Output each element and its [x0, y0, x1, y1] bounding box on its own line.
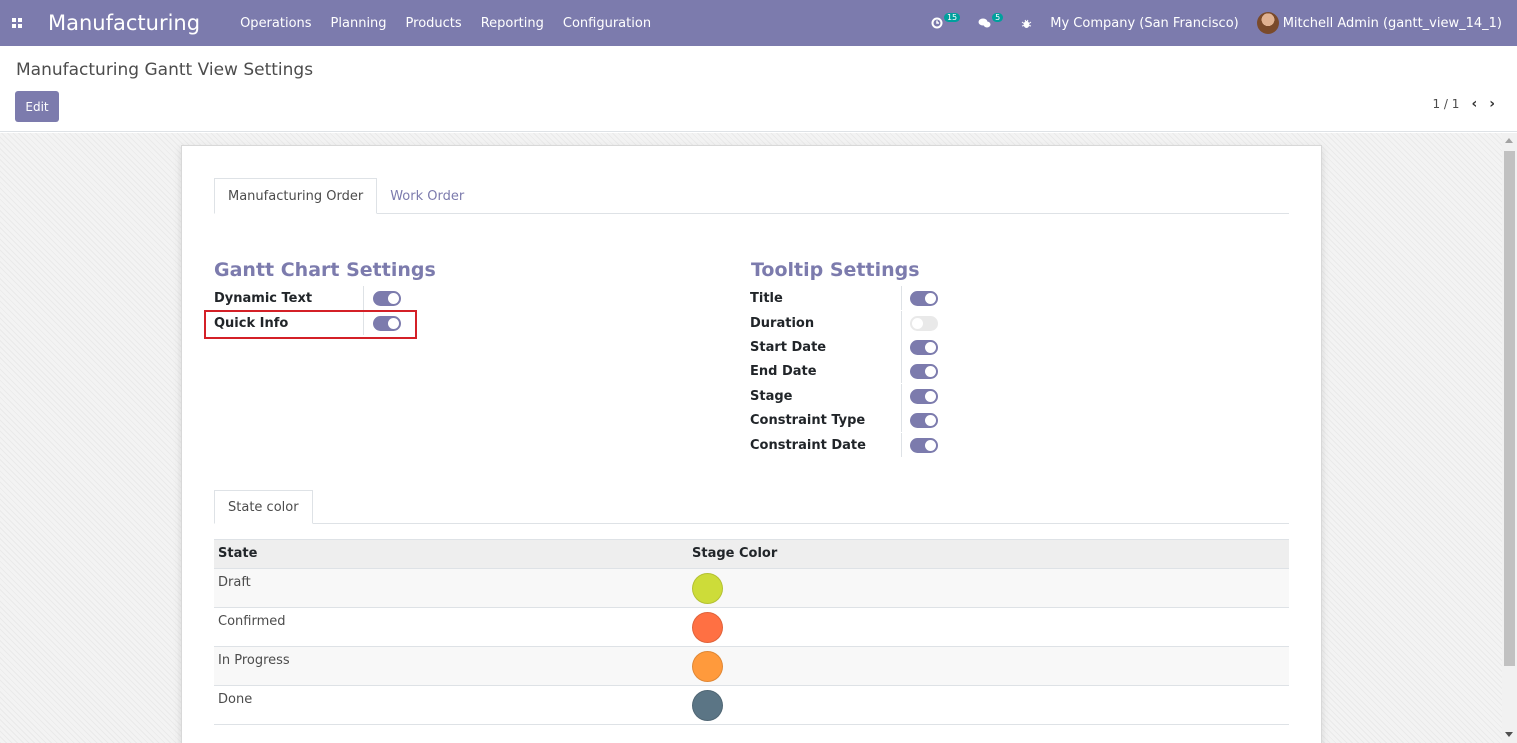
tab-manufacturing-order[interactable]: Manufacturing Order — [214, 178, 378, 214]
form-sheet: Manufacturing Order Work Order Gantt Cha… — [181, 145, 1322, 743]
table-row[interactable]: Done — [214, 686, 1289, 725]
field-divider — [901, 433, 902, 457]
color-cell — [688, 647, 1289, 682]
color-cell — [688, 608, 1289, 643]
pager: 1 / 1 ‹ › — [1432, 96, 1495, 112]
field-duration: Duration — [750, 311, 950, 335]
menu-planning[interactable]: Planning — [331, 16, 387, 31]
app-title[interactable]: Manufacturing — [48, 11, 200, 35]
color-swatch[interactable] — [692, 690, 723, 721]
field-label: Constraint Type — [750, 412, 866, 428]
field-divider — [363, 286, 364, 310]
field-constraint-date: Constraint Date — [750, 433, 950, 457]
color-swatch[interactable] — [692, 651, 723, 682]
state-color-tabs: State color — [214, 490, 1289, 524]
quick-info-highlight — [204, 310, 417, 339]
field-divider — [901, 359, 902, 383]
pager-next-icon[interactable]: › — [1489, 96, 1495, 112]
pager-previous-icon[interactable]: ‹ — [1471, 96, 1477, 112]
field-label: Constraint Date — [750, 437, 866, 453]
breadcrumb: Manufacturing Gantt View Settings — [16, 60, 314, 80]
scroll-thumb[interactable] — [1504, 151, 1515, 666]
company-switcher[interactable]: My Company (San Francisco) — [1050, 16, 1238, 31]
user-name: Mitchell Admin (gantt_view_14_1) — [1282, 15, 1502, 31]
field-end-date: End Date — [750, 359, 950, 383]
debug-menu[interactable] — [1021, 18, 1032, 29]
field-divider — [901, 408, 902, 432]
state-color-table: State Stage Color Draft Confirmed In Pro… — [214, 539, 1289, 725]
tab-work-order[interactable]: Work Order — [377, 178, 477, 214]
chat-icon — [978, 18, 991, 28]
start-date-toggle[interactable] — [910, 340, 938, 355]
state-cell: Done — [218, 692, 253, 707]
main-menu: Operations Planning Products Reporting C… — [240, 16, 651, 31]
bug-icon — [1021, 19, 1032, 28]
color-cell — [688, 686, 1289, 721]
edit-button[interactable]: Edit — [15, 91, 59, 122]
menu-configuration[interactable]: Configuration — [563, 16, 651, 31]
activity-menu[interactable]: 15 — [931, 12, 961, 29]
user-menu[interactable]: Mitchell Admin (gantt_view_14_1) — [1256, 12, 1502, 34]
field-label: Dynamic Text — [214, 290, 313, 306]
field-divider — [901, 311, 902, 335]
duration-toggle[interactable] — [910, 316, 938, 331]
field-label: Stage — [750, 388, 793, 404]
company-name: My Company (San Francisco) — [1050, 15, 1239, 31]
user-avatar — [1256, 12, 1279, 34]
menu-operations[interactable]: Operations — [240, 16, 311, 31]
table-row[interactable]: Confirmed — [214, 608, 1289, 647]
state-cell: Draft — [218, 575, 251, 590]
table-header: State Stage Color — [214, 539, 1289, 569]
messaging-menu[interactable]: 5 — [978, 12, 1004, 29]
field-start-date: Start Date — [750, 335, 950, 359]
content-area: Manufacturing Order Work Order Gantt Cha… — [0, 133, 1502, 743]
messages-badge: 5 — [992, 12, 1004, 22]
column-header-stage-color[interactable]: Stage Color — [688, 539, 1289, 569]
field-constraint-type: Constraint Type — [750, 408, 950, 432]
scroll-up-icon[interactable] — [1505, 138, 1513, 143]
scrollbar[interactable] — [1502, 133, 1517, 743]
activity-badge: 15 — [943, 12, 961, 22]
tab-state-color[interactable]: State color — [214, 490, 313, 524]
field-stage: Stage — [750, 384, 950, 408]
color-cell — [688, 569, 1289, 604]
title-toggle[interactable] — [910, 291, 938, 306]
field-label: End Date — [750, 363, 817, 379]
field-label: Duration — [750, 315, 815, 331]
state-cell: Confirmed — [218, 614, 286, 629]
field-label: Start Date — [750, 339, 827, 355]
field-title: Title — [750, 286, 950, 310]
menu-products[interactable]: Products — [406, 16, 462, 31]
clock-icon — [931, 17, 943, 29]
tooltip-settings-title: Tooltip Settings — [751, 259, 920, 281]
color-swatch[interactable] — [692, 612, 723, 643]
scroll-down-icon[interactable] — [1505, 732, 1513, 737]
field-label: Title — [750, 290, 783, 306]
control-panel: Manufacturing Gantt View Settings Edit 1… — [0, 46, 1517, 132]
constraint-type-toggle[interactable] — [910, 413, 938, 428]
end-date-toggle[interactable] — [910, 364, 938, 379]
notebook-tabs: Manufacturing Order Work Order — [214, 178, 1289, 214]
state-cell: In Progress — [218, 653, 290, 668]
systray: 15 5 My Company (San Francisco) Mitchell… — [931, 0, 1517, 46]
field-divider — [901, 286, 902, 310]
table-row[interactable]: In Progress — [214, 647, 1289, 686]
table-row[interactable]: Draft — [214, 569, 1289, 608]
menu-reporting[interactable]: Reporting — [481, 16, 544, 31]
field-divider — [901, 335, 902, 359]
apps-menu-icon[interactable] — [0, 0, 34, 46]
constraint-date-toggle[interactable] — [910, 438, 938, 453]
dynamic-text-toggle[interactable] — [373, 291, 401, 306]
table-body: Draft Confirmed In Progress Done — [214, 569, 1289, 725]
gantt-settings-title: Gantt Chart Settings — [214, 259, 436, 281]
field-dynamic-text: Dynamic Text — [214, 286, 414, 310]
color-swatch[interactable] — [692, 573, 723, 604]
column-header-state[interactable]: State — [214, 539, 688, 569]
field-divider — [901, 384, 902, 408]
stage-toggle[interactable] — [910, 389, 938, 404]
pager-value[interactable]: 1 / 1 — [1432, 97, 1459, 111]
top-navbar: Manufacturing Operations Planning Produc… — [0, 0, 1517, 46]
